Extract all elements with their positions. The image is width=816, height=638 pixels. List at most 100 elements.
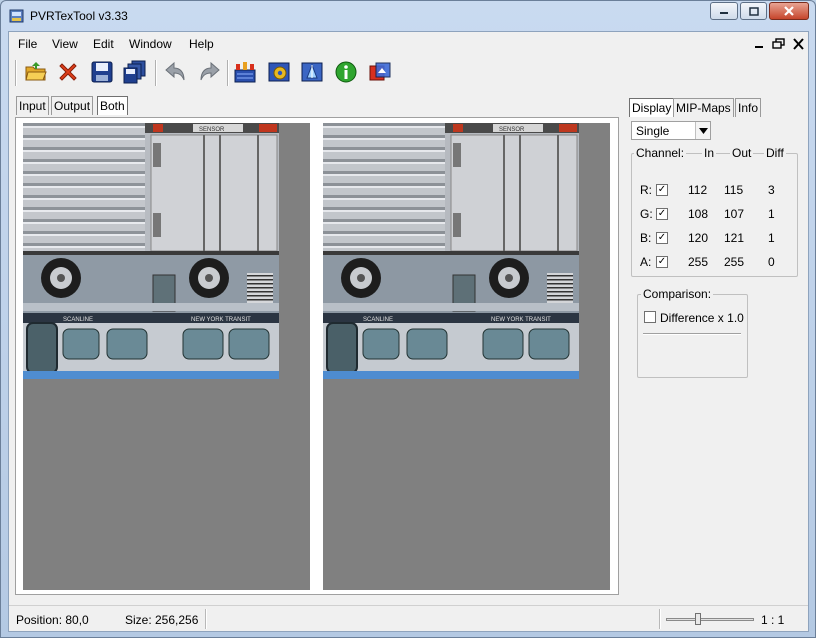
open-button[interactable]: [22, 58, 50, 86]
tab-info[interactable]: Info: [735, 98, 762, 117]
channel-g-checkbox[interactable]: ✓: [656, 208, 668, 220]
encode-icon: [234, 62, 256, 83]
tab-output[interactable]: Output: [51, 96, 94, 115]
close-icon: [784, 6, 794, 16]
app-window: PVRTexTool v3.33 File View Edit Window H…: [0, 0, 816, 638]
tab-mip-maps[interactable]: MIP-Maps: [673, 98, 734, 117]
comparison-legend: Comparison:: [641, 287, 714, 301]
input-pane[interactable]: SENSOR SCANLINE NEW YORK TRANSIT: [23, 123, 310, 590]
menu-window[interactable]: Window: [129, 37, 172, 51]
display-panel: Single Channel: In Out Diff R: ✓ 112 115…: [625, 117, 808, 595]
channel-row-g: G: ✓ 108 107 1: [632, 206, 796, 222]
diff-header: Diff: [764, 146, 786, 160]
menu-view[interactable]: View: [52, 37, 78, 51]
channel-b-checkbox[interactable]: ✓: [656, 232, 668, 244]
texture-marking: SENSOR: [499, 127, 525, 133]
channel-label: G:: [640, 207, 653, 221]
save-button[interactable]: [88, 58, 116, 86]
undo-button[interactable]: [162, 58, 190, 86]
display-mode-select[interactable]: Single: [631, 121, 711, 140]
preview-button[interactable]: [366, 58, 394, 86]
output-pane[interactable]: SENSOR SCANLINE NEW YORK TRANSIT: [323, 123, 610, 590]
status-size: Size: 256,256: [125, 613, 199, 627]
channel-diff-value: 0: [768, 255, 775, 269]
channel-header-label: Channel:: [634, 146, 687, 160]
save-all-icon: [123, 60, 146, 84]
channel-row-a: A: ✓ 255 255 0: [632, 254, 796, 270]
channel-label: A:: [640, 255, 652, 269]
close-window-button[interactable]: [769, 2, 809, 20]
channel-row-r: R: ✓ 112 115 3: [632, 182, 796, 198]
comparison-slider-track[interactable]: [643, 333, 741, 335]
encode-button[interactable]: [231, 58, 259, 86]
menu-bar: File View Edit Window Help: [9, 34, 808, 54]
settings-button[interactable]: [265, 58, 293, 86]
channel-row-b: B: ✓ 120 121 1: [632, 230, 796, 246]
channel-r-checkbox[interactable]: ✓: [656, 184, 668, 196]
title-bar[interactable]: PVRTexTool v3.33: [1, 1, 815, 31]
status-position: Position: 80,0: [16, 613, 89, 627]
texture-lettering: SCANLINE: [63, 317, 93, 323]
redo-icon: [200, 61, 220, 81]
channel-group: Channel: In Out Diff R: ✓ 112 115 3 G: ✓…: [631, 146, 798, 277]
compress-button[interactable]: [298, 58, 326, 86]
child-restore-icon[interactable]: [772, 38, 786, 50]
dropdown-arrow[interactable]: [695, 122, 710, 139]
channel-in-value: 112: [688, 183, 708, 197]
save-all-button[interactable]: [121, 58, 149, 86]
info-button[interactable]: [332, 58, 360, 86]
status-separator: [205, 609, 207, 629]
output-texture-image: SENSOR SCANLINE NEW YORK TRANSIT: [323, 123, 579, 379]
texture-marking: SENSOR: [199, 127, 225, 133]
texture-viewport: SENSOR SCANLINE NEW YORK TRANSIT SENSOR …: [15, 117, 619, 595]
maximize-button[interactable]: [740, 2, 767, 20]
open-folder-icon: [25, 62, 47, 81]
menu-help[interactable]: Help: [189, 37, 214, 51]
out-header: Out: [730, 146, 754, 160]
channel-a-checkbox[interactable]: ✓: [656, 256, 668, 268]
channel-out-value: 121: [724, 231, 745, 245]
close-file-icon: [59, 63, 77, 81]
toolbar: [9, 54, 808, 90]
difference-checkbox[interactable]: [644, 311, 656, 323]
zoom-slider-thumb[interactable]: [695, 613, 701, 625]
minimize-button[interactable]: [710, 2, 738, 20]
channel-diff-value: 1: [768, 231, 775, 245]
comparison-group: Comparison: Difference x 1.0: [637, 287, 748, 378]
channel-diff-value: 3: [768, 183, 775, 197]
tab-both[interactable]: Both: [97, 96, 128, 115]
texture-logo-text: NEW YORK TRANSIT: [491, 317, 551, 323]
status-separator: [659, 609, 661, 629]
channel-in-value: 120: [688, 231, 709, 245]
channel-in-value: 108: [688, 207, 709, 221]
window-title: PVRTexTool v3.33: [30, 9, 128, 23]
preview-icon: [369, 62, 391, 81]
settings-icon: [268, 62, 290, 82]
tab-input[interactable]: Input: [16, 96, 49, 115]
channel-out-value: 255: [724, 255, 745, 269]
toolbar-separator: [227, 60, 229, 86]
channel-diff-value: 1: [768, 207, 775, 221]
redo-button[interactable]: [195, 58, 223, 86]
compress-icon: [301, 62, 323, 82]
channel-label: R:: [640, 183, 652, 197]
in-header: In: [702, 146, 717, 160]
texture-logo-text: NEW YORK TRANSIT: [191, 317, 251, 323]
close-file-button[interactable]: [54, 58, 82, 86]
input-texture-image: SENSOR SCANLINE NEW YORK TRANSIT: [23, 123, 279, 379]
menu-edit[interactable]: Edit: [93, 37, 114, 51]
menu-file[interactable]: File: [18, 37, 37, 51]
child-minimize-icon[interactable]: [753, 38, 767, 50]
save-icon: [91, 61, 113, 83]
channel-in-value: 255: [688, 255, 709, 269]
tab-display[interactable]: Display: [629, 98, 675, 117]
zoom-slider-track[interactable]: [666, 613, 754, 625]
toolbar-separator: [155, 60, 157, 86]
toolbar-separator: [15, 60, 17, 86]
status-bar: Position: 80,0 Size: 256,256 1 : 1: [9, 605, 808, 631]
display-mode-value: Single: [636, 124, 670, 138]
minimize-icon: [720, 12, 728, 14]
texture-lettering: SCANLINE: [363, 317, 393, 323]
child-close-icon[interactable]: [792, 38, 806, 50]
maximize-icon: [748, 6, 759, 16]
